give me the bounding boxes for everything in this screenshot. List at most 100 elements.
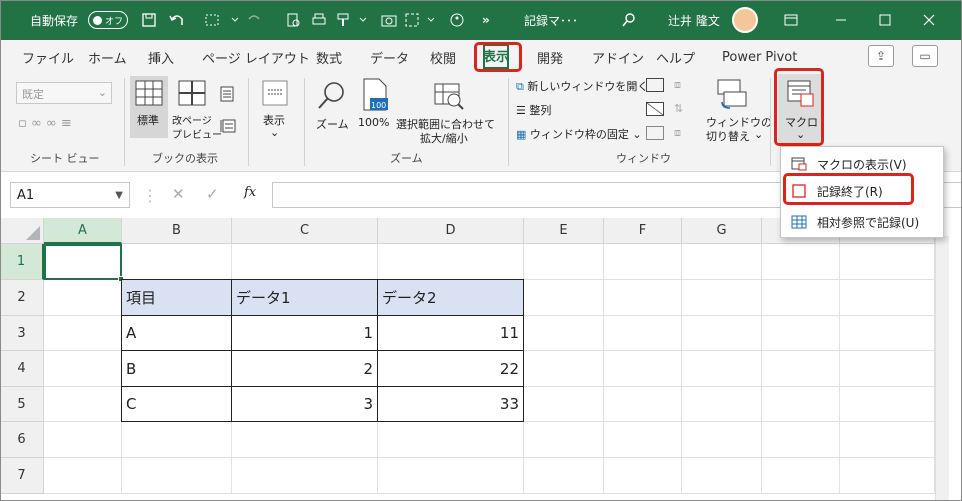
cell[interactable] (232, 458, 378, 494)
print-icon[interactable] (308, 0, 330, 40)
tab-data[interactable]: データ (370, 44, 409, 70)
view-macros-item[interactable]: マクロの表示(V) (781, 150, 945, 178)
cell[interactable] (682, 351, 762, 387)
row-header-4[interactable]: 4 (0, 351, 44, 387)
cell[interactable] (604, 387, 682, 422)
table-cell[interactable]: 33 (377, 386, 524, 422)
arrange-all-button[interactable]: ☰ 整列 (516, 102, 551, 118)
cell[interactable] (762, 387, 840, 422)
column-header-b[interactable]: B (122, 218, 232, 244)
name-box[interactable]: A1 ▼ (10, 182, 130, 208)
table-cell[interactable]: 3 (231, 386, 378, 422)
insert-function-icon[interactable]: fx (244, 185, 256, 200)
tab-home[interactable]: ホーム (88, 44, 127, 70)
column-header-d[interactable]: D (378, 218, 524, 244)
cell[interactable] (44, 458, 122, 494)
table-header-cell[interactable]: データ1 (231, 279, 378, 316)
column-header-f[interactable]: F (604, 218, 682, 244)
column-header-e[interactable]: E (524, 218, 604, 244)
cell[interactable] (762, 422, 840, 458)
normal-view-button[interactable]: 標準 (130, 76, 168, 138)
camera-icon[interactable] (378, 0, 400, 40)
sheet-view-dropdown[interactable]: 既定 ⌄ (16, 82, 112, 104)
cell[interactable] (44, 387, 122, 422)
row-header-2[interactable]: 2 (0, 280, 44, 316)
cell[interactable] (682, 316, 762, 351)
cell[interactable] (682, 280, 762, 316)
file-name[interactable]: 記録マ･･･ (524, 0, 578, 40)
cell[interactable] (604, 316, 682, 351)
tab-page-layout[interactable]: ページ レイアウト (202, 44, 310, 70)
cell[interactable] (524, 280, 604, 316)
row-header-3[interactable]: 3 (0, 316, 44, 351)
cell[interactable] (122, 458, 232, 494)
row-header-7[interactable]: 7 (0, 458, 44, 494)
cell[interactable] (378, 244, 524, 280)
cell[interactable] (762, 244, 840, 280)
cell[interactable] (524, 351, 604, 387)
cell[interactable] (524, 422, 604, 458)
cell[interactable] (762, 458, 840, 494)
ribbon-display-options-icon[interactable] (780, 0, 802, 40)
search-icon[interactable] (618, 0, 640, 40)
tab-insert[interactable]: 挿入 (148, 44, 174, 70)
unhide-window-icon[interactable] (646, 126, 664, 140)
maximize-icon[interactable] (874, 0, 896, 40)
macros-button[interactable]: マクロ ⌄ (778, 74, 822, 144)
cell[interactable] (840, 458, 935, 494)
cell[interactable] (762, 280, 840, 316)
cell[interactable] (44, 280, 122, 316)
column-header-g[interactable]: G (682, 218, 762, 244)
cell[interactable] (524, 244, 604, 280)
redo-icon[interactable] (246, 0, 276, 40)
accessibility-icon[interactable] (446, 0, 468, 40)
table-header-cell[interactable]: 項目 (121, 279, 232, 316)
custom-views-button[interactable] (220, 118, 236, 134)
tab-review[interactable]: 校閲 (430, 44, 456, 70)
split-icon[interactable] (646, 78, 664, 92)
cell[interactable] (840, 316, 935, 351)
cell-a1[interactable] (44, 244, 122, 280)
cell[interactable] (840, 422, 935, 458)
new-window-button[interactable]: ⧉ 新しいウィンドウを開く (516, 78, 648, 94)
cancel-icon[interactable]: ✕ (172, 185, 185, 203)
comments-icon[interactable]: ▭ (912, 45, 938, 67)
share-icon[interactable]: ⇪ (868, 45, 894, 67)
tab-view[interactable]: 表示 (483, 44, 510, 70)
cell[interactable] (232, 244, 378, 280)
row-header-5[interactable]: 5 (0, 387, 44, 422)
cell[interactable] (44, 422, 122, 458)
cell[interactable] (524, 316, 604, 351)
cell[interactable] (604, 351, 682, 387)
table-cell[interactable]: 22 (377, 350, 524, 387)
stop-recording-item[interactable]: 記録終了(R) (781, 177, 945, 205)
table-cell[interactable]: 1 (231, 315, 378, 351)
cell[interactable] (232, 422, 378, 458)
screenshot-icon[interactable] (404, 0, 438, 40)
format-painter-icon[interactable] (336, 0, 370, 40)
cell[interactable] (840, 280, 935, 316)
cell[interactable] (840, 244, 935, 280)
synchronous-scrolling-icon[interactable]: ⇅ (674, 102, 683, 115)
tab-addins[interactable]: アドイン (592, 44, 644, 70)
cell[interactable] (604, 244, 682, 280)
autosave-toggle[interactable]: オフ (88, 0, 128, 40)
cell[interactable] (682, 458, 762, 494)
cell[interactable] (604, 422, 682, 458)
user-name[interactable]: 辻井 隆文 (668, 0, 720, 40)
cell[interactable] (682, 422, 762, 458)
zoom-button[interactable]: ズーム (312, 76, 352, 138)
cell[interactable] (524, 458, 604, 494)
tab-file[interactable]: ファイル (22, 44, 74, 70)
row-header-1[interactable]: 1 (0, 244, 44, 280)
table-header-cell[interactable]: データ2 (377, 279, 524, 316)
cell[interactable] (682, 244, 762, 280)
table-cell[interactable]: 11 (377, 315, 524, 351)
cell[interactable] (44, 351, 122, 387)
table-cell[interactable]: B (121, 350, 232, 387)
view-side-by-side-icon[interactable]: ⧈ (674, 78, 681, 92)
reset-window-position-icon[interactable]: ⧈ (674, 126, 681, 140)
cell[interactable] (762, 351, 840, 387)
zoom-100-button[interactable]: 100 100% (356, 76, 394, 138)
sheet-view-buttons[interactable]: ▫ ∞ ∞ ≡ (18, 116, 72, 131)
